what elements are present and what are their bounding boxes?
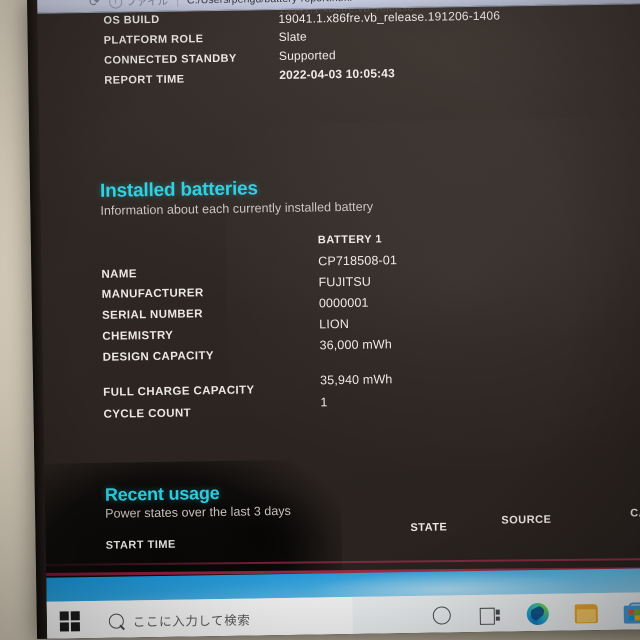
row-value: LION	[319, 316, 350, 332]
task-view-icon	[479, 607, 500, 625]
laptop-screen: ⟳ i ファイル C:/Users/pengu/battery-report.h…	[26, 0, 640, 639]
column-header-state: STATE	[410, 521, 448, 534]
info-icon: i	[108, 0, 123, 9]
row-value: 35,940 mWh	[319, 372, 393, 388]
row-value: Supported	[278, 48, 336, 64]
address-divider	[176, 0, 179, 7]
file-explorer-button[interactable]	[564, 593, 607, 634]
url-text[interactable]: C:/Users/pengu/battery-report.html	[187, 0, 352, 6]
search-input[interactable]: ここに入力して検索	[92, 596, 354, 639]
row-label: OS BUILD	[103, 13, 160, 27]
cortana-icon	[432, 606, 451, 625]
site-info-chip[interactable]: i ファイル	[108, 0, 169, 9]
row-value: 1	[320, 395, 328, 410]
row-value: 0000001	[318, 295, 369, 311]
row-label: CHEMISTRY	[102, 329, 174, 343]
task-view-button[interactable]	[468, 594, 511, 635]
cortana-button[interactable]	[420, 595, 463, 636]
column-header-source: SOURCE	[501, 513, 552, 527]
row-label: SERIAL NUMBER	[101, 308, 203, 322]
row-label: REPORT TIME	[104, 73, 185, 87]
row-label: NAME	[101, 268, 137, 281]
row-value: Slate	[278, 29, 307, 45]
row-label: PLATFORM ROLE	[103, 33, 204, 47]
row-label: FULL CHARGE CAPACITY	[103, 384, 255, 399]
search-icon	[105, 610, 127, 632]
windows-logo-icon	[59, 611, 80, 632]
column-header-battery-1: BATTERY 1	[317, 233, 383, 247]
system-info-table: 19041.1.x86fre.vb_release OS BUILD 19041…	[103, 4, 624, 95]
microsoft-edge-button[interactable]	[516, 594, 559, 635]
reload-icon[interactable]: ⟳	[89, 0, 100, 10]
row-label: DESIGN CAPACITY	[102, 350, 215, 364]
installed-batteries-section: Installed batteries Information about ea…	[100, 172, 640, 427]
row-value: 19041.1.x86fre.vb_release.191206-1406	[278, 8, 501, 27]
row-value: FUJITSU	[318, 274, 372, 290]
battery-table: BATTERY 1 NAME CP718508-01 MANUFACTURER …	[101, 229, 640, 427]
file-explorer-icon	[574, 603, 598, 623]
column-header-capacity: CAPACITY	[630, 506, 640, 520]
microsoft-edge-icon	[526, 602, 549, 626]
start-button[interactable]	[46, 601, 94, 639]
file-scheme-label: ファイル	[125, 0, 169, 8]
row-value: 2022-04-03 10:05:43	[279, 66, 395, 83]
recent-usage-section: Recent usage Power states over the last …	[105, 476, 640, 552]
search-placeholder: ここに入力して検索	[132, 613, 251, 629]
row-label: MANUFACTURER	[101, 287, 204, 301]
microsoft-store-icon	[623, 601, 640, 624]
row-label: CONNECTED STANDBY	[103, 52, 237, 67]
row-value: CP718508-01	[318, 253, 398, 269]
table-rule-faint	[37, 557, 640, 567]
column-header-start-time: START TIME	[105, 538, 176, 552]
row-value: 36,000 mWh	[319, 337, 393, 353]
microsoft-store-button[interactable]	[612, 592, 640, 633]
row-label: CYCLE COUNT	[103, 407, 192, 421]
battery-report-page: 19041.1.x86fre.vb_release OS BUILD 19041…	[37, 4, 640, 639]
